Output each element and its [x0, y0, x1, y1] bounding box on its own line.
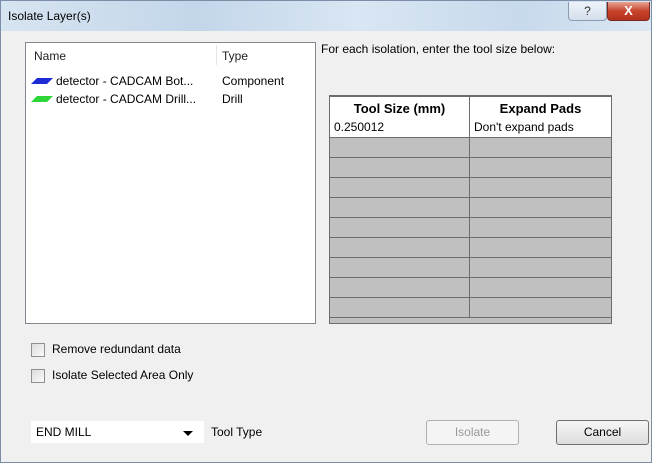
column-header-type[interactable]: Type: [222, 43, 248, 67]
grid-cell-tool-size[interactable]: [330, 298, 470, 318]
title-bar[interactable]: Isolate Layer(s) ? X: [1, 1, 651, 31]
grid-cell-expand-pads[interactable]: [470, 298, 611, 318]
grid-cell-tool-size[interactable]: [330, 278, 470, 298]
grid-cell-tool-size[interactable]: [330, 258, 470, 278]
isolate-layers-dialog: Isolate Layer(s) ? X Name Type detector …: [0, 0, 652, 463]
grid-cell-expand-pads[interactable]: [470, 158, 611, 178]
layer-name: detector - CADCAM Bot...: [56, 74, 194, 88]
grid-cell-expand-pads[interactable]: Don't expand pads: [470, 118, 611, 138]
tool-type-label: Tool Type: [211, 425, 263, 439]
grid-cell-tool-size[interactable]: [330, 178, 470, 198]
isolate-selected-area-label[interactable]: Isolate Selected Area Only: [52, 368, 193, 382]
remove-redundant-label[interactable]: Remove redundant data: [52, 342, 181, 356]
layer-row[interactable]: detector - CADCAM Bot... Component: [26, 73, 315, 89]
layer-name: detector - CADCAM Drill...: [56, 92, 197, 106]
tool-size-instructions: For each isolation, enter the tool size …: [321, 42, 556, 56]
grid-header-expand-pads: Expand Pads: [470, 97, 611, 120]
grid-cell-tool-size[interactable]: [330, 238, 470, 258]
grid-cell-expand-pads[interactable]: [470, 178, 611, 198]
grid-cell-expand-pads[interactable]: [470, 198, 611, 218]
layer-type: Component: [222, 74, 285, 88]
grid-cell-tool-size[interactable]: [330, 138, 470, 158]
close-button[interactable]: X: [607, 2, 650, 21]
tool-type-select[interactable]: END MILL: [31, 421, 204, 443]
grid-cell-expand-pads[interactable]: [470, 278, 611, 298]
chevron-down-icon[interactable]: [183, 431, 193, 436]
grid-cell-tool-size[interactable]: [330, 198, 470, 218]
grid-cell-tool-size[interactable]: [330, 158, 470, 178]
cancel-button[interactable]: Cancel: [556, 420, 649, 445]
layer-list[interactable]: Name Type detector - CADCAM Bot... Compo…: [25, 42, 316, 324]
grid-cell-tool-size[interactable]: 0.250012: [330, 118, 470, 138]
grid-cell-expand-pads[interactable]: [470, 218, 611, 238]
tool-size-grid[interactable]: Tool Size (mm) Expand Pads 0.250012 Don't…: [329, 95, 612, 324]
layer-type: Drill: [222, 92, 243, 106]
layer-row[interactable]: detector - CADCAM Drill... Drill: [26, 91, 315, 107]
grid-cell-expand-pads[interactable]: [470, 258, 611, 278]
remove-redundant-checkbox[interactable]: [31, 343, 45, 357]
column-header-name[interactable]: Name: [34, 43, 66, 67]
help-button[interactable]: ?: [568, 2, 607, 21]
grid-cell-tool-size[interactable]: [330, 218, 470, 238]
window-title: Isolate Layer(s): [8, 9, 91, 23]
grid-header-tool-size: Tool Size (mm): [330, 97, 470, 120]
column-divider[interactable]: [216, 45, 217, 65]
tool-type-value: END MILL: [36, 425, 92, 439]
layer-color-swatch-icon: [31, 78, 53, 84]
layer-color-swatch-icon: [31, 96, 53, 102]
grid-cell-expand-pads[interactable]: [470, 238, 611, 258]
isolate-selected-area-checkbox[interactable]: [31, 369, 45, 383]
grid-cell-expand-pads[interactable]: [470, 138, 611, 158]
isolate-button[interactable]: Isolate: [426, 420, 519, 445]
